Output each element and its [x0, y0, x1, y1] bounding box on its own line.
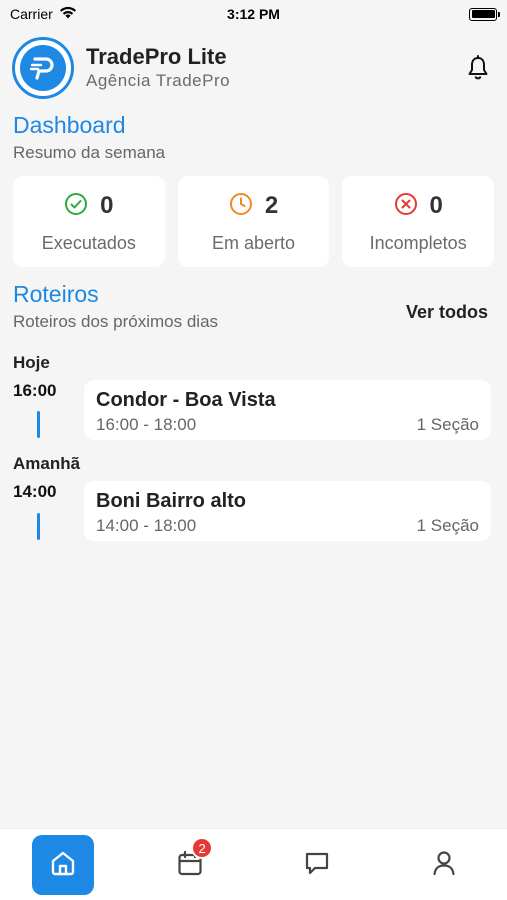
routes-title: Roteiros: [13, 281, 99, 307]
tab-profile[interactable]: [413, 835, 475, 895]
stat-card-open[interactable]: 2 Em aberto: [177, 176, 330, 267]
profile-icon: [429, 848, 459, 883]
stat-value: 2: [264, 192, 279, 219]
status-bar: Carrier 3:12 PM: [0, 0, 507, 28]
route-name: Condor - Boa Vista: [96, 389, 276, 411]
stat-value: 0: [429, 192, 443, 219]
status-left: Carrier: [10, 6, 77, 22]
clock-icon: [229, 192, 253, 221]
tab-home[interactable]: [32, 835, 95, 895]
tab-messages[interactable]: [286, 835, 348, 895]
stat-label: Incompletos: [369, 233, 467, 253]
dashboard-title: Dashboard: [13, 112, 126, 138]
timeline-bar: [37, 411, 40, 438]
agency-name: Agência TradePro: [86, 71, 231, 90]
day-label-tomorrow: Amanhã: [13, 454, 81, 473]
route-name: Boni Bairro alto: [96, 490, 247, 512]
stat-value: 0: [100, 192, 114, 219]
stats-row: 0 Executados 2 Em aberto 0 Incompletos: [13, 176, 495, 267]
carrier-label: Carrier: [10, 6, 53, 22]
stat-label: Executados: [41, 233, 136, 253]
tab-calendar[interactable]: 2: [159, 835, 221, 895]
wifi-icon: [59, 6, 77, 22]
route-time: 16:00: [13, 381, 57, 400]
route-sections: 1 Seção: [416, 516, 479, 535]
header-text: TradePro Lite Agência TradePro: [86, 44, 463, 92]
app-logo: [12, 37, 74, 99]
stat-card-executed[interactable]: 0 Executados: [13, 176, 165, 267]
calendar-badge: 2: [191, 837, 214, 859]
route-card[interactable]: Boni Bairro alto 14:00 - 18:00 1 Seção: [84, 481, 491, 541]
check-circle-icon: [64, 192, 88, 221]
app-name: TradePro Lite: [86, 44, 227, 69]
day-label-today: Hoje: [13, 353, 50, 372]
stat-label: Em aberto: [211, 233, 296, 253]
chat-icon: [302, 848, 332, 883]
tab-bar: 2: [0, 828, 507, 900]
app-header: TradePro Lite Agência TradePro: [12, 36, 495, 100]
route-time: 14:00: [13, 482, 57, 501]
dashboard-subtitle: Resumo da semana: [13, 143, 166, 162]
route-hours: 16:00 - 18:00: [96, 415, 197, 434]
timeline-bar: [37, 513, 40, 540]
bell-icon[interactable]: [463, 53, 493, 83]
route-sections: 1 Seção: [416, 415, 479, 434]
view-all-link[interactable]: Ver todos: [406, 302, 488, 323]
stat-card-incomplete[interactable]: 0 Incompletos: [342, 176, 495, 267]
x-circle-icon: [394, 192, 418, 221]
battery-icon: [469, 7, 500, 21]
home-icon: [48, 848, 78, 883]
route-card[interactable]: Condor - Boa Vista 16:00 - 18:00 1 Seção: [84, 380, 491, 440]
routes-subtitle: Roteiros dos próximos dias: [13, 312, 219, 331]
route-hours: 14:00 - 18:00: [96, 516, 197, 535]
